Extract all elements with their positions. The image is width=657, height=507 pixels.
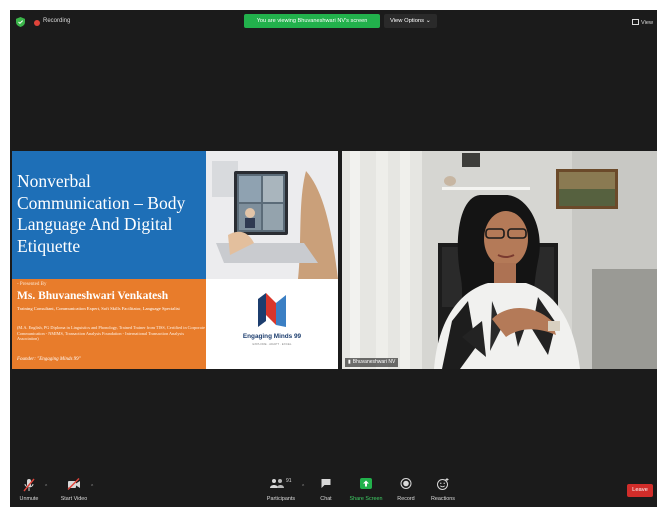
chat-label: Chat	[320, 496, 332, 502]
reactions-button[interactable]: Reactions	[426, 472, 460, 507]
record-icon	[400, 478, 412, 489]
leave-button[interactable]: Leave	[627, 484, 653, 497]
view-options-label: View Options	[390, 18, 425, 24]
start-video-label: Start Video	[60, 496, 88, 502]
view-options-button[interactable]: View Options ⌄	[384, 14, 437, 28]
participant-name-label: ▮ Bhuvaneshwari NV	[345, 358, 399, 367]
zoom-window: Recording You are viewing Bhuvaneshwari …	[10, 10, 657, 507]
participant-name: Bhuvaneshwari NV	[352, 359, 396, 365]
founder-line: Founder: "Engaging Minds 99"	[17, 357, 81, 362]
participant-video-tile[interactable]: ▮ Bhuvaneshwari NV	[342, 151, 657, 369]
view-label: View	[641, 20, 654, 26]
share-screen-icon	[360, 478, 372, 489]
video-off-icon	[67, 478, 80, 490]
engaging-minds-logo: Engaging Minds 99 EXPLORE · ADAPT · EXCE…	[206, 279, 338, 369]
participants-label: Participants	[266, 496, 296, 502]
unmute-label: Unmute	[19, 496, 39, 502]
reactions-label: Reactions	[431, 496, 455, 502]
record-button[interactable]: Record	[392, 472, 420, 507]
slide-laptop-photo	[206, 151, 338, 279]
participant-video-frame	[342, 151, 657, 369]
view-grid-icon	[632, 19, 639, 25]
participants-count: 91	[286, 478, 292, 484]
presenter-qualifications: (M.A. English, PG Diploma in Linguistics…	[17, 325, 205, 342]
security-shield-icon[interactable]	[16, 17, 25, 27]
participants-button[interactable]: 91 Participants	[262, 472, 300, 507]
share-screen-button[interactable]: Share Screen	[346, 472, 386, 507]
presenter-name: Ms. Bhuvaneshwari Venkatesh	[17, 290, 169, 302]
slide-title-panel: Nonverbal Communication – Body Language …	[12, 151, 206, 279]
audio-options-caret[interactable]: ⌃	[44, 484, 48, 490]
reactions-smiley-icon	[437, 478, 449, 490]
participants-options-caret[interactable]: ⌃	[301, 484, 305, 490]
signal-bars-icon: ▮	[348, 359, 351, 365]
chat-button[interactable]: Chat	[314, 472, 338, 507]
share-screen-label: Share Screen	[349, 496, 383, 502]
meeting-toolbar: Unmute ⌃ Start Video ⌃ 91 Participants ⌃	[10, 472, 657, 507]
start-video-button[interactable]: Start Video	[56, 472, 92, 507]
slide-title: Nonverbal Communication – Body Language …	[17, 171, 186, 256]
shared-screen-slide: Nonverbal Communication – Body Language …	[12, 151, 338, 369]
chat-bubble-icon	[321, 479, 331, 488]
presenter-role: Training Consultant, Communication Exper…	[17, 306, 180, 311]
logo-mark-icon	[258, 293, 286, 327]
presented-by-label: - Presented By	[17, 282, 47, 287]
top-bar: Recording You are viewing Bhuvaneshwari …	[10, 10, 657, 34]
logo-name: Engaging Minds 99	[242, 333, 302, 340]
participants-icon	[270, 479, 284, 488]
view-button[interactable]: View	[632, 19, 653, 26]
microphone-muted-icon	[23, 478, 35, 492]
recording-icon	[34, 20, 40, 26]
record-label: Record	[397, 496, 415, 502]
video-options-caret[interactable]: ⌃	[90, 484, 94, 490]
logo-tagline: EXPLORE · ADAPT · EXCEL	[252, 342, 292, 346]
unmute-button[interactable]: Unmute	[14, 472, 44, 507]
recording-label: Recording	[43, 18, 71, 24]
viewing-screen-banner: You are viewing Bhuvaneshwari NV's scree…	[244, 14, 380, 28]
slide-presenter-panel: - Presented By Ms. Bhuvaneshwari Venkate…	[12, 279, 206, 369]
chevron-down-icon: ⌄	[425, 18, 431, 24]
